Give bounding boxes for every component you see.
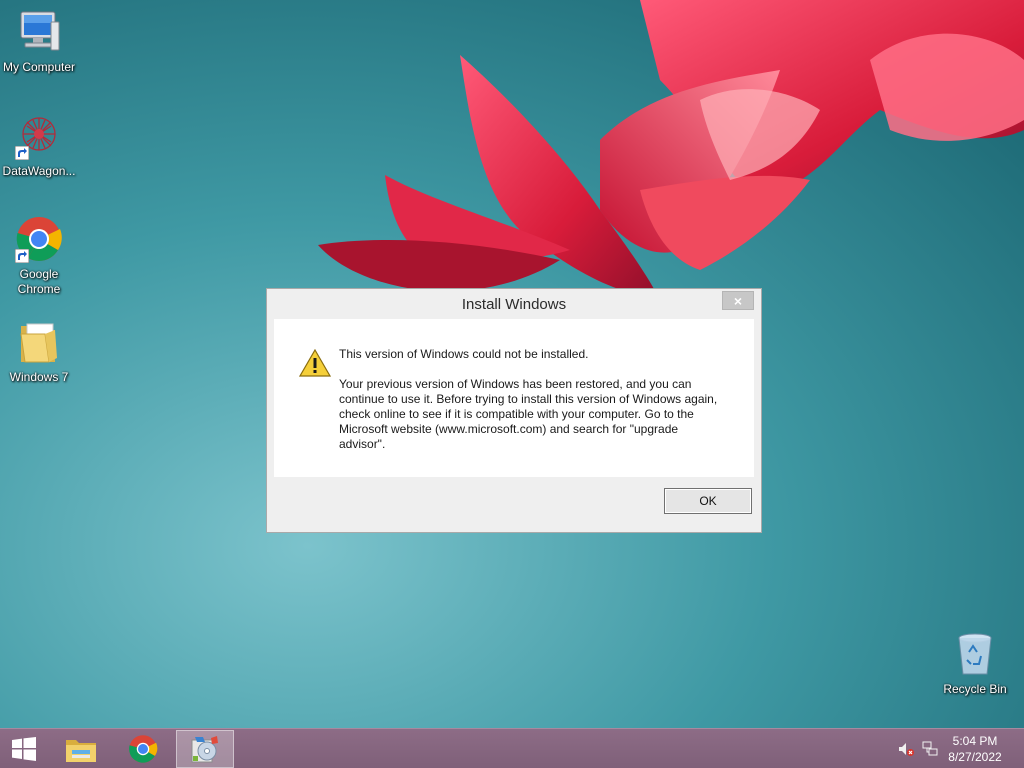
error-message-title: This version of Windows could not be ins…	[339, 347, 589, 361]
shortcut-arrow-icon	[15, 249, 29, 263]
folder-icon	[15, 318, 63, 366]
warning-icon	[299, 349, 331, 377]
network-icon[interactable]	[922, 741, 938, 757]
computer-icon	[15, 8, 63, 56]
taskbar-windows-setup[interactable]	[176, 730, 234, 768]
desktop-icon-label: Recycle Bin	[943, 682, 1007, 696]
dialog-titlebar[interactable]: Install Windows ×	[267, 289, 761, 319]
desktop-icon-my-computer[interactable]: My Computer	[0, 8, 78, 75]
taskbar-file-explorer[interactable]	[56, 730, 106, 768]
shortcut-arrow-icon	[15, 146, 29, 160]
dialog-title: Install Windows	[461, 295, 567, 313]
system-clock[interactable]: 5:04 PM 8/27/2022	[940, 733, 1010, 765]
taskbar-google-chrome[interactable]	[118, 730, 168, 768]
desktop-icon-recycle-bin[interactable]: Recycle Bin	[936, 630, 1014, 697]
chrome-icon	[129, 735, 158, 763]
windows-setup-icon	[191, 736, 218, 763]
chrome-icon	[15, 215, 63, 263]
close-icon: ×	[733, 292, 743, 309]
desktop-icon-google-chrome[interactable]: Google Chrome	[0, 215, 78, 297]
clock-time: 5:04 PM	[952, 734, 998, 748]
dialog-content: This version of Windows could not be ins…	[274, 319, 754, 477]
desktop-icon-label: Windows 7	[9, 370, 69, 384]
desktop-icon-label: Google Chrome	[17, 267, 61, 296]
error-message-body: Your previous version of Windows has bee…	[339, 377, 718, 451]
dialog-footer: OK	[274, 477, 754, 525]
close-button[interactable]: ×	[722, 291, 754, 310]
taskbar: 5:04 PM 8/27/2022	[0, 728, 1024, 768]
start-icon	[12, 737, 36, 761]
desktop-icon-datawagon[interactable]: DataWagon...	[0, 112, 78, 179]
start-button[interactable]	[0, 730, 48, 768]
clock-date: 8/27/2022	[948, 750, 1002, 764]
install-windows-dialog: Install Windows × This version of Window…	[266, 288, 762, 533]
ok-button[interactable]: OK	[664, 488, 752, 514]
datawagon-icon	[15, 112, 63, 160]
recycle-bin-icon	[951, 630, 999, 678]
desktop-icon-label: DataWagon...	[2, 164, 76, 178]
file-explorer-icon	[66, 740, 96, 762]
desktop-icon-label: My Computer	[2, 60, 76, 74]
desktop-icon-windows-7-folder[interactable]: Windows 7	[0, 318, 78, 385]
volume-muted-icon[interactable]	[898, 741, 914, 757]
